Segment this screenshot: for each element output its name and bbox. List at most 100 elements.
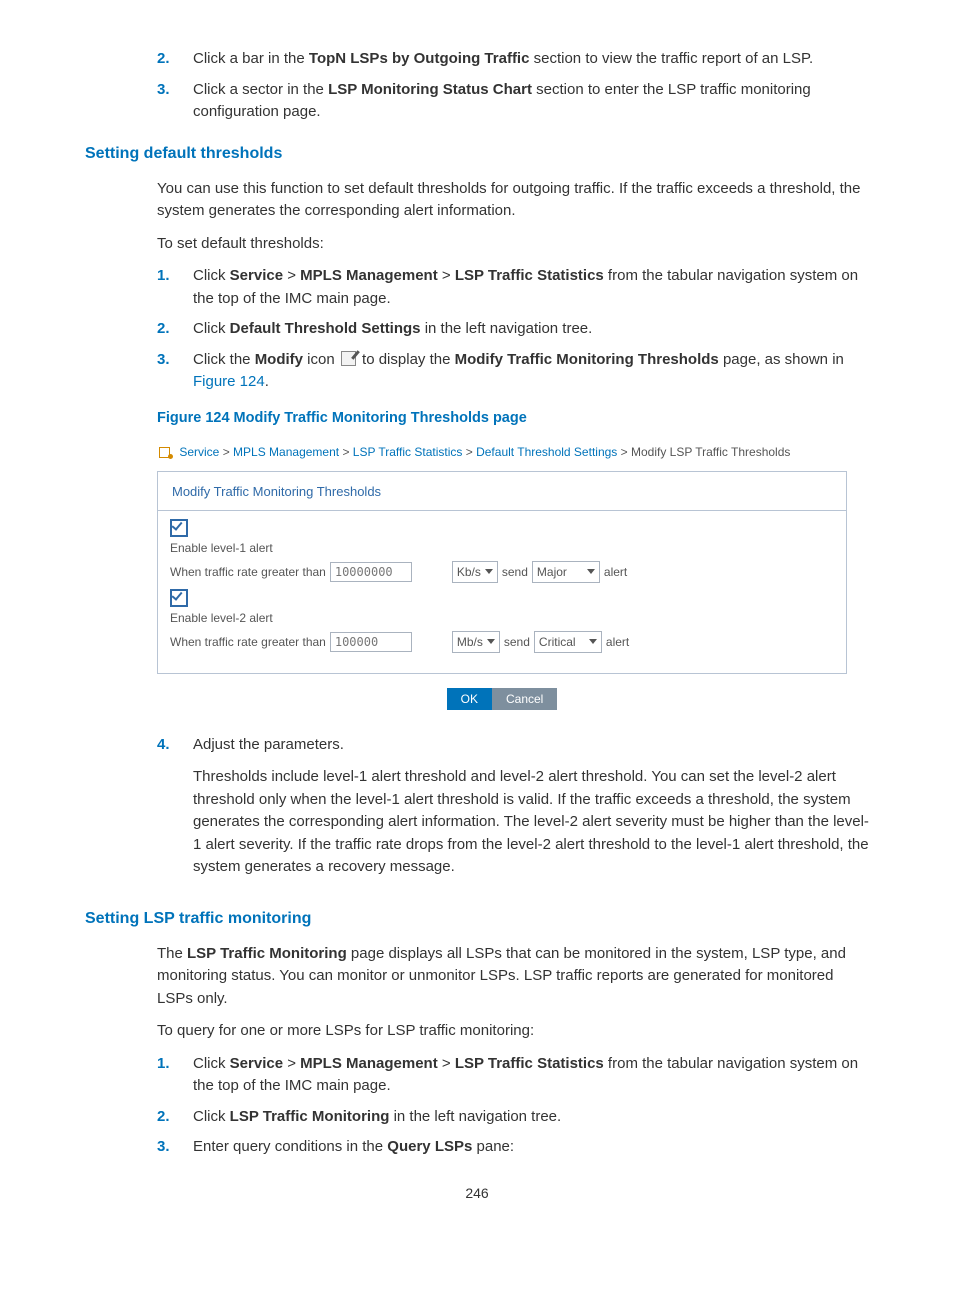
- step-text: Click Service > MPLS Management > LSP Tr…: [193, 265, 869, 310]
- level2-group: Enable level-2 alert When traffic rate g…: [170, 589, 834, 653]
- panel-title: Modify Traffic Monitoring Thresholds: [158, 472, 846, 511]
- step-text: Click Service > MPLS Management > LSP Tr…: [193, 1053, 869, 1098]
- panel-body: Enable level-1 alert When traffic rate g…: [158, 511, 846, 673]
- text: >: [462, 445, 476, 459]
- step-text: Click the Modify icon to display the Mod…: [193, 349, 869, 394]
- step-text: Click a sector in the LSP Monitoring Sta…: [193, 79, 869, 124]
- breadcrumb-link[interactable]: LSP Traffic Statistics: [353, 445, 463, 459]
- text: icon: [303, 351, 339, 368]
- bold-text: Service: [230, 267, 283, 284]
- step-text: Click LSP Traffic Monitoring in the left…: [193, 1106, 869, 1129]
- bold-text: TopN LSPs by Outgoing Traffic: [309, 50, 530, 67]
- list-item: 3. Click the Modify icon to display the …: [157, 349, 869, 394]
- level1-severity-select[interactable]: Major: [532, 561, 600, 583]
- breadcrumb-link[interactable]: Default Threshold Settings: [476, 445, 617, 459]
- list-item: 4. Adjust the parameters. Thresholds inc…: [157, 734, 869, 889]
- level2-rate-input[interactable]: [330, 632, 412, 652]
- list-top: 2. Click a bar in the TopN LSPs by Outgo…: [157, 48, 869, 124]
- figure-124-panel: Service > MPLS Management > LSP Traffic …: [157, 439, 847, 710]
- step-number: 3.: [157, 1136, 193, 1159]
- thresholds-panel: Modify Traffic Monitoring Thresholds Ena…: [157, 471, 847, 674]
- text: >: [339, 445, 353, 459]
- heading-setting-lsp-traffic-monitoring: Setting LSP traffic monitoring: [85, 907, 869, 931]
- body-block: You can use this function to set default…: [157, 178, 869, 394]
- text: page, as shown in: [719, 351, 844, 368]
- text: >: [283, 1055, 300, 1072]
- breadcrumb-link[interactable]: MPLS Management: [233, 445, 339, 459]
- body-block: The LSP Traffic Monitoring page displays…: [157, 943, 869, 1159]
- text: in the left navigation tree.: [421, 320, 593, 337]
- step-number: 2.: [157, 48, 193, 71]
- text: >: [438, 267, 455, 284]
- when-label: When traffic rate greater than: [170, 633, 326, 651]
- chevron-down-icon: [485, 569, 493, 574]
- text: .: [265, 373, 269, 390]
- level1-group: Enable level-1 alert When traffic rate g…: [170, 519, 834, 583]
- heading-setting-default-thresholds: Setting default thresholds: [85, 142, 869, 166]
- step-number: 3.: [157, 349, 193, 394]
- step-number: 3.: [157, 79, 193, 124]
- level1-rate-input[interactable]: [330, 562, 412, 582]
- bold-text: MPLS Management: [300, 267, 438, 284]
- level1-row: When traffic rate greater than Kb/s send…: [170, 561, 834, 583]
- enable-level1-checkbox[interactable]: [170, 519, 188, 537]
- enable-level2-checkbox[interactable]: [170, 589, 188, 607]
- chevron-down-icon: [589, 639, 597, 644]
- enable-level1-label: Enable level-1 alert: [170, 539, 834, 557]
- text: to display the: [358, 351, 455, 368]
- bold-text: LSP Monitoring Status Chart: [328, 81, 532, 98]
- text: Enter query conditions in the: [193, 1138, 387, 1155]
- text: Click a bar in the: [193, 50, 309, 67]
- bold-text: Default Threshold Settings: [230, 320, 421, 337]
- step-text: Adjust the parameters. Thresholds includ…: [193, 734, 869, 889]
- bold-text: Service: [230, 1055, 283, 1072]
- modify-icon: [341, 351, 356, 366]
- text: >: [617, 445, 631, 459]
- list-item: 1. Click Service > MPLS Management > LSP…: [157, 1053, 869, 1098]
- level1-unit-select[interactable]: Kb/s: [452, 561, 498, 583]
- chevron-down-icon: [487, 639, 495, 644]
- list-item: 2. Click LSP Traffic Monitoring in the l…: [157, 1106, 869, 1129]
- select-value: Major: [537, 563, 567, 581]
- text: section to view the traffic report of an…: [529, 50, 813, 67]
- list-item: 2. Click a bar in the TopN LSPs by Outgo…: [157, 48, 869, 71]
- level2-severity-select[interactable]: Critical: [534, 631, 602, 653]
- paragraph: To query for one or more LSPs for LSP tr…: [157, 1020, 869, 1043]
- breadcrumb: Service > MPLS Management > LSP Traffic …: [157, 439, 847, 465]
- bold-text: MPLS Management: [300, 1055, 438, 1072]
- text: Click the: [193, 351, 255, 368]
- paragraph: Thresholds include level-1 alert thresho…: [193, 766, 869, 879]
- level2-unit-select[interactable]: Mb/s: [452, 631, 500, 653]
- text: Click: [193, 1108, 230, 1125]
- bold-text: LSP Traffic Statistics: [455, 267, 604, 284]
- alert-label: alert: [606, 633, 629, 651]
- breadcrumb-current: Modify LSP Traffic Thresholds: [631, 445, 790, 459]
- text: >: [219, 445, 233, 459]
- list-item: 1. Click Service > MPLS Management > LSP…: [157, 265, 869, 310]
- bold-text: LSP Traffic Monitoring: [230, 1108, 390, 1125]
- text: The: [157, 945, 187, 962]
- step-text: Click a bar in the TopN LSPs by Outgoing…: [193, 48, 869, 71]
- text: >: [283, 267, 300, 284]
- bold-text: Query LSPs: [387, 1138, 472, 1155]
- cancel-button[interactable]: Cancel: [492, 688, 557, 710]
- text: Click: [193, 1055, 230, 1072]
- send-label: send: [502, 563, 528, 581]
- ok-button[interactable]: OK: [447, 688, 492, 710]
- figure-link[interactable]: Figure 124: [193, 373, 265, 390]
- text: pane:: [472, 1138, 514, 1155]
- paragraph: You can use this function to set default…: [157, 178, 869, 223]
- bold-text: Modify Traffic Monitoring Thresholds: [455, 351, 719, 368]
- button-bar: OKCancel: [157, 688, 847, 710]
- text: Click: [193, 320, 230, 337]
- list-item: 3. Click a sector in the LSP Monitoring …: [157, 79, 869, 124]
- send-label: send: [504, 633, 530, 651]
- breadcrumb-link[interactable]: Service: [179, 445, 219, 459]
- level2-row: When traffic rate greater than Mb/s send…: [170, 631, 834, 653]
- bold-text: Modify: [255, 351, 303, 368]
- bold-text: LSP Traffic Monitoring: [187, 945, 347, 962]
- alert-label: alert: [604, 563, 627, 581]
- text: Click: [193, 267, 230, 284]
- list-item: 2. Click Default Threshold Settings in t…: [157, 318, 869, 341]
- step-number: 1.: [157, 1053, 193, 1098]
